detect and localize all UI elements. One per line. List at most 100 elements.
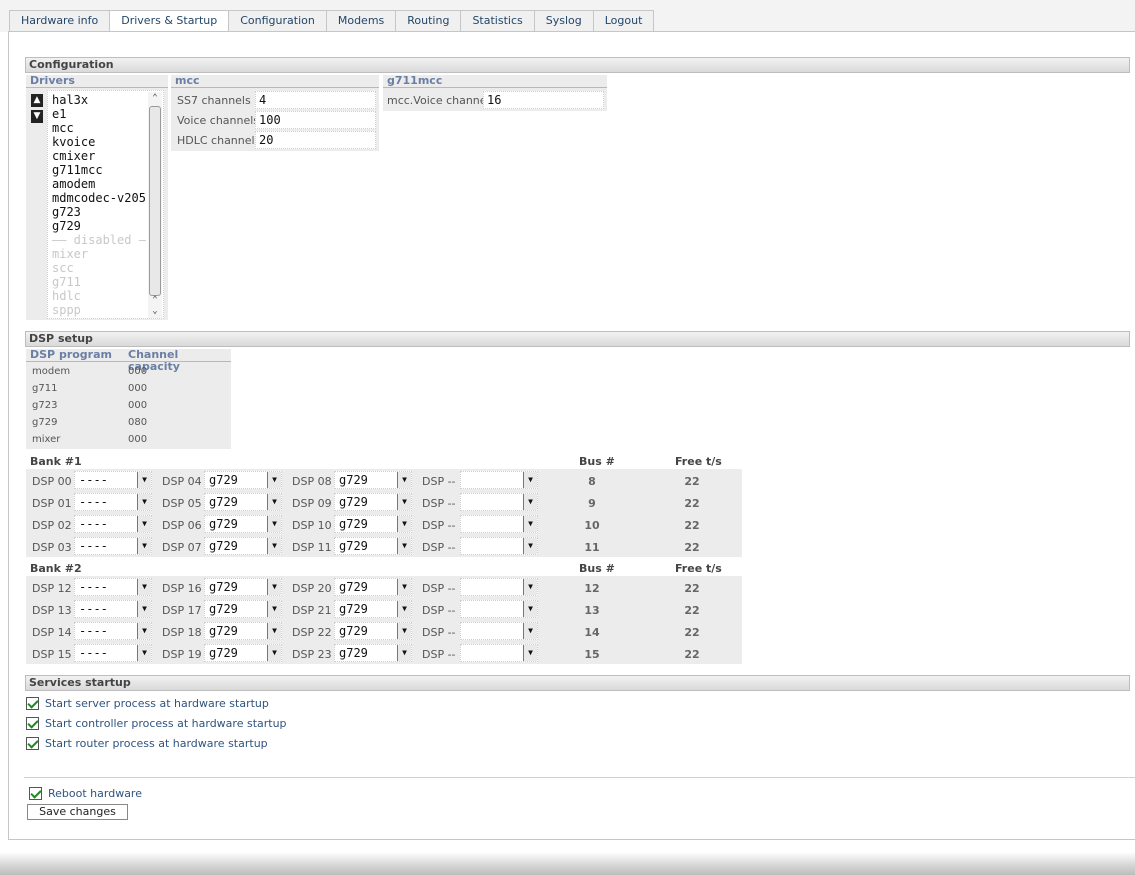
dropdown-arrow-icon[interactable]: ▼: [137, 601, 151, 617]
dropdown-arrow-icon[interactable]: ▼: [523, 538, 537, 554]
dropdown-arrow-icon[interactable]: ▼: [137, 538, 151, 554]
driver-item[interactable]: g723: [48, 205, 148, 219]
dropdown-arrow-icon[interactable]: ▼: [267, 579, 281, 595]
dsp-program-select[interactable]: ---- ▼: [74, 493, 152, 511]
mcc-voice-channels-input[interactable]: 16: [483, 91, 604, 109]
dsp-program-select[interactable]: ---- ▼: [74, 471, 152, 489]
dsp-program-select[interactable]: g729 ▼: [204, 537, 282, 555]
dropdown-arrow-icon[interactable]: ▼: [523, 579, 537, 595]
dsp-program-select[interactable]: g729 ▼: [204, 600, 282, 618]
disabled-driver-item[interactable]: g711: [48, 275, 148, 289]
tab-routing[interactable]: Routing: [395, 10, 462, 32]
dropdown-arrow-icon[interactable]: ▼: [397, 645, 411, 661]
tab-statistics[interactable]: Statistics: [460, 10, 535, 32]
disabled-driver-item[interactable]: sppp: [48, 303, 148, 317]
start-server-checkbox[interactable]: [26, 696, 39, 710]
dsp-program-select[interactable]: g729 ▼: [204, 644, 282, 662]
start-controller-checkbox[interactable]: [26, 716, 39, 730]
move-down-button[interactable]: ▼: [31, 110, 43, 123]
dsp-program-select[interactable]: g729 ▼: [334, 622, 412, 640]
move-up-button[interactable]: ▲: [31, 94, 43, 107]
dsp-program-select[interactable]: ---- ▼: [74, 578, 152, 596]
dsp-program-select[interactable]: ---- ▼: [74, 515, 152, 533]
dsp-program-select[interactable]: ---- ▼: [74, 644, 152, 662]
start-router-checkbox[interactable]: [26, 736, 39, 750]
dropdown-arrow-icon[interactable]: ▼: [397, 538, 411, 554]
disabled-driver-item[interactable]: hdlc: [48, 289, 148, 303]
dropdown-arrow-icon[interactable]: ▼: [137, 472, 151, 488]
tab-logout[interactable]: Logout: [592, 10, 655, 32]
dsp-program-select[interactable]: g729 ▼: [334, 578, 412, 596]
tab-syslog[interactable]: Syslog: [533, 10, 594, 32]
hdlc-channels-input[interactable]: 20: [255, 131, 376, 149]
dropdown-arrow-icon[interactable]: ▼: [267, 472, 281, 488]
dsp-program-select[interactable]: g729 ▼: [204, 471, 282, 489]
dropdown-arrow-icon[interactable]: ▼: [137, 623, 151, 639]
dropdown-arrow-icon[interactable]: ▼: [267, 623, 281, 639]
dropdown-arrow-icon[interactable]: ▼: [523, 645, 537, 661]
dsp-program-select[interactable]: ▼: [460, 600, 538, 618]
start-server-checkbox-row[interactable]: Start server process at hardware startup: [26, 696, 269, 710]
start-controller-checkbox-row[interactable]: Start controller process at hardware sta…: [26, 716, 287, 730]
dsp-program-select[interactable]: ▼: [460, 578, 538, 596]
dsp-program-select[interactable]: ▼: [460, 515, 538, 533]
driver-item[interactable]: hal3x: [48, 93, 148, 107]
reboot-hardware-checkbox[interactable]: [29, 786, 42, 800]
scroll-thumb[interactable]: [149, 106, 161, 296]
dropdown-arrow-icon[interactable]: ▼: [397, 579, 411, 595]
driver-item[interactable]: kvoice: [48, 135, 148, 149]
drivers-scrollbar[interactable]: ⌃ ⌃ ⌄: [148, 92, 162, 318]
dropdown-arrow-icon[interactable]: ▼: [137, 579, 151, 595]
dsp-program-select[interactable]: g729 ▼: [204, 515, 282, 533]
driver-item[interactable]: g711mcc: [48, 163, 148, 177]
start-router-checkbox-row[interactable]: Start router process at hardware startup: [26, 736, 268, 750]
dsp-program-select[interactable]: ▼: [460, 471, 538, 489]
dsp-program-select[interactable]: g729 ▼: [334, 537, 412, 555]
dsp-program-select[interactable]: ---- ▼: [74, 600, 152, 618]
dropdown-arrow-icon[interactable]: ▼: [267, 538, 281, 554]
tab-modems[interactable]: Modems: [325, 10, 397, 32]
dsp-program-select[interactable]: g729 ▼: [334, 493, 412, 511]
dropdown-arrow-icon[interactable]: ▼: [137, 645, 151, 661]
dropdown-arrow-icon[interactable]: ▼: [397, 516, 411, 532]
dsp-program-select[interactable]: g729 ▼: [204, 622, 282, 640]
dropdown-arrow-icon[interactable]: ▼: [267, 645, 281, 661]
voice-channels-input[interactable]: 100: [255, 111, 376, 129]
dropdown-arrow-icon[interactable]: ▼: [523, 472, 537, 488]
dsp-program-select[interactable]: ▼: [460, 493, 538, 511]
driver-item[interactable]: g729: [48, 219, 148, 233]
dropdown-arrow-icon[interactable]: ▼: [137, 516, 151, 532]
dropdown-arrow-icon[interactable]: ▼: [397, 472, 411, 488]
driver-item[interactable]: amodem: [48, 177, 148, 191]
drivers-list[interactable]: hal3x e1 mcc kvoice cmixer g711mcc amode…: [47, 90, 164, 319]
dsp-program-select[interactable]: g729 ▼: [334, 600, 412, 618]
tab-drivers-startup[interactable]: Drivers & Startup: [109, 10, 230, 33]
dropdown-arrow-icon[interactable]: ▼: [267, 601, 281, 617]
tab-configuration[interactable]: Configuration: [228, 10, 327, 32]
driver-item[interactable]: cmixer: [48, 149, 148, 163]
dsp-program-select[interactable]: g729 ▼: [204, 493, 282, 511]
dropdown-arrow-icon[interactable]: ▼: [523, 601, 537, 617]
dsp-program-select[interactable]: ---- ▼: [74, 622, 152, 640]
driver-item[interactable]: e1: [48, 107, 148, 121]
tab-hardware-info[interactable]: Hardware info: [9, 10, 111, 32]
disabled-driver-item[interactable]: mixer: [48, 247, 148, 261]
dropdown-arrow-icon[interactable]: ▼: [523, 494, 537, 510]
save-changes-button[interactable]: Save changes: [27, 804, 128, 820]
dropdown-arrow-icon[interactable]: ▼: [397, 623, 411, 639]
dropdown-arrow-icon[interactable]: ▼: [523, 623, 537, 639]
dropdown-arrow-icon[interactable]: ▼: [523, 516, 537, 532]
dsp-program-select[interactable]: ▼: [460, 622, 538, 640]
scroll-down-icon[interactable]: ⌄: [149, 305, 161, 317]
dropdown-arrow-icon[interactable]: ▼: [397, 601, 411, 617]
dsp-program-select[interactable]: ---- ▼: [74, 537, 152, 555]
driver-item[interactable]: mcc: [48, 121, 148, 135]
dsp-program-select[interactable]: g729 ▼: [334, 644, 412, 662]
dropdown-arrow-icon[interactable]: ▼: [137, 494, 151, 510]
dropdown-arrow-icon[interactable]: ▼: [267, 494, 281, 510]
dsp-program-select[interactable]: g729 ▼: [204, 578, 282, 596]
dropdown-arrow-icon[interactable]: ▼: [267, 516, 281, 532]
disabled-driver-item[interactable]: scc: [48, 261, 148, 275]
dropdown-arrow-icon[interactable]: ▼: [397, 494, 411, 510]
ss7-channels-input[interactable]: 4: [255, 91, 376, 109]
